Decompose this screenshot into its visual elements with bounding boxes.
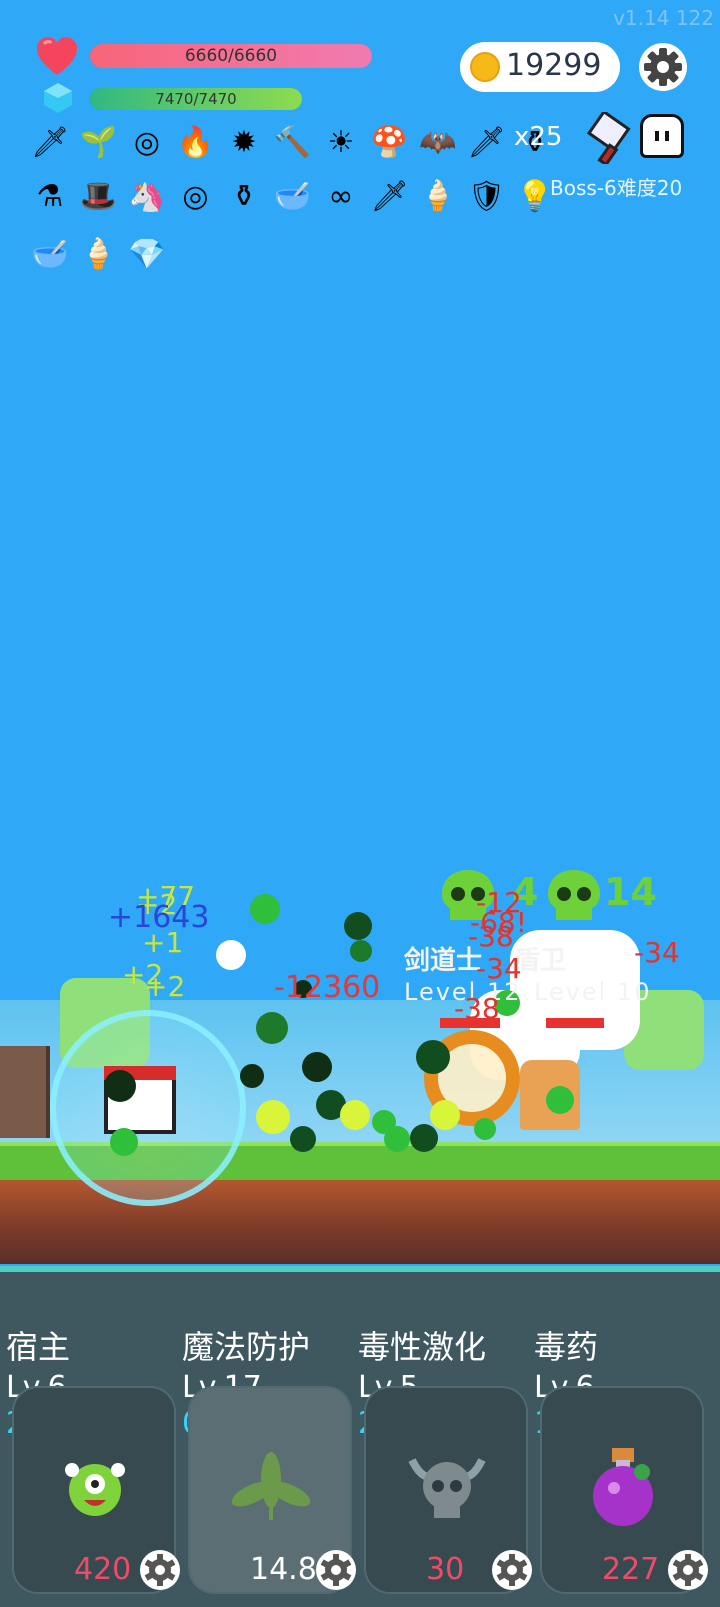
fire-icon: 🔥 (176, 124, 215, 160)
effect-orb (384, 1126, 410, 1152)
damage-number: -38 (454, 992, 500, 1025)
skill-value: 420 (74, 1552, 132, 1587)
enemy-name: 盾卫 (514, 946, 567, 976)
ring-icon: ◎ (182, 178, 209, 214)
spiked-mace-icon: ✹ (231, 124, 257, 160)
effect-orb (546, 1086, 574, 1114)
coin-icon (470, 52, 500, 82)
poison-potion-icon (578, 1440, 668, 1530)
effect-orb (410, 1124, 438, 1152)
skill-name: 毒药 (534, 1328, 599, 1366)
gear-icon[interactable] (138, 1548, 182, 1592)
mortar-icon: 🥣 (273, 178, 312, 214)
damage-number: -34 (476, 952, 522, 985)
gear-icon[interactable] (490, 1548, 534, 1592)
boss-label: Boss-6难度20 (550, 176, 683, 200)
enemy-hp-bar (546, 1018, 604, 1028)
version-label: v1.14 122 (613, 6, 714, 30)
heart-icon (37, 37, 77, 75)
effect-orb (350, 940, 372, 962)
skill-name: 魔法防护 (182, 1328, 311, 1366)
damage-number-big: -12360 (274, 970, 381, 1005)
effect-orb (256, 1100, 290, 1134)
leaf-icon (226, 1440, 316, 1530)
skill-name: 毒性激化 (358, 1328, 487, 1366)
mp-text: 7470/7470 (155, 90, 237, 108)
bead-chain-icon: ∞ (328, 178, 354, 214)
mushroom-icon: 🍄 (370, 124, 409, 160)
effect-orb (430, 1100, 460, 1130)
skull-icon (548, 870, 600, 920)
diamond-icon: 💎 (128, 236, 166, 272)
effect-orb (216, 940, 246, 970)
wizard-hat-icon: 🎩 (79, 178, 118, 214)
coin-counter: 19299 (460, 42, 620, 92)
cauldron-icon: ⚱ (231, 178, 257, 214)
enemy-level: Level 10 (534, 978, 652, 1006)
coin-value: 19299 (506, 48, 602, 83)
barrel (0, 1046, 50, 1138)
skill-value: 30 (426, 1552, 465, 1587)
skill-name: 宿主 (6, 1328, 71, 1366)
effect-orb (104, 1070, 136, 1102)
ice-cream-icon: 🍦 (419, 178, 457, 214)
mortar-icon: 🥣 (31, 236, 69, 272)
hp-bar: 6660/6660 (90, 44, 372, 68)
heal-number-big: +1643 (108, 900, 210, 935)
potion-icon: ⚗ (36, 178, 64, 214)
cleaver-icon (586, 112, 631, 164)
gear-icon[interactable] (638, 42, 688, 92)
effect-orb (290, 1126, 316, 1152)
effect-orb (340, 1100, 370, 1130)
mp-bar: 7470/7470 (90, 88, 302, 110)
heal-number: +2 (144, 970, 186, 1003)
effect-orb (110, 1128, 138, 1156)
effect-orb (344, 912, 372, 940)
horned-skull-icon (402, 1440, 492, 1530)
effect-orb (416, 1040, 450, 1074)
effect-orb (240, 1064, 264, 1088)
skill-value: 14.8 (250, 1552, 317, 1587)
ghost-icon (640, 114, 684, 158)
skill-value: 227 (602, 1552, 660, 1587)
damage-number: -34 (634, 936, 680, 969)
unicorn-icon: 🦄 (128, 178, 166, 214)
ring-icon: ◎ (133, 124, 161, 160)
effect-orb (474, 1118, 496, 1140)
green-monster-icon (50, 1440, 140, 1530)
effect-orb (302, 1052, 332, 1082)
shield-icon: 🛡 (467, 178, 506, 214)
dagger-icon: 🗡 (467, 124, 506, 160)
hammer-icon: 🔨 (273, 124, 312, 160)
dagger-icon: 🗡 (370, 178, 409, 214)
effect-orb (250, 894, 280, 924)
bat-icon: 🦇 (419, 124, 457, 160)
dagger-icon: 🗡 (30, 124, 70, 160)
stack-count: x25 (514, 122, 563, 152)
hp-text: 6660/6660 (184, 46, 278, 66)
sun-icon: ☀ (327, 124, 355, 160)
effect-orb (256, 1012, 288, 1044)
damage-number: -38 (468, 920, 514, 953)
ice-cream-icon: 🍦 (79, 236, 118, 272)
gem-icon (44, 83, 72, 113)
skull-count: 14 (604, 870, 657, 914)
gear-icon[interactable] (314, 1548, 358, 1592)
gear-icon[interactable] (666, 1548, 710, 1592)
sapling-icon: 🌱 (79, 124, 118, 160)
